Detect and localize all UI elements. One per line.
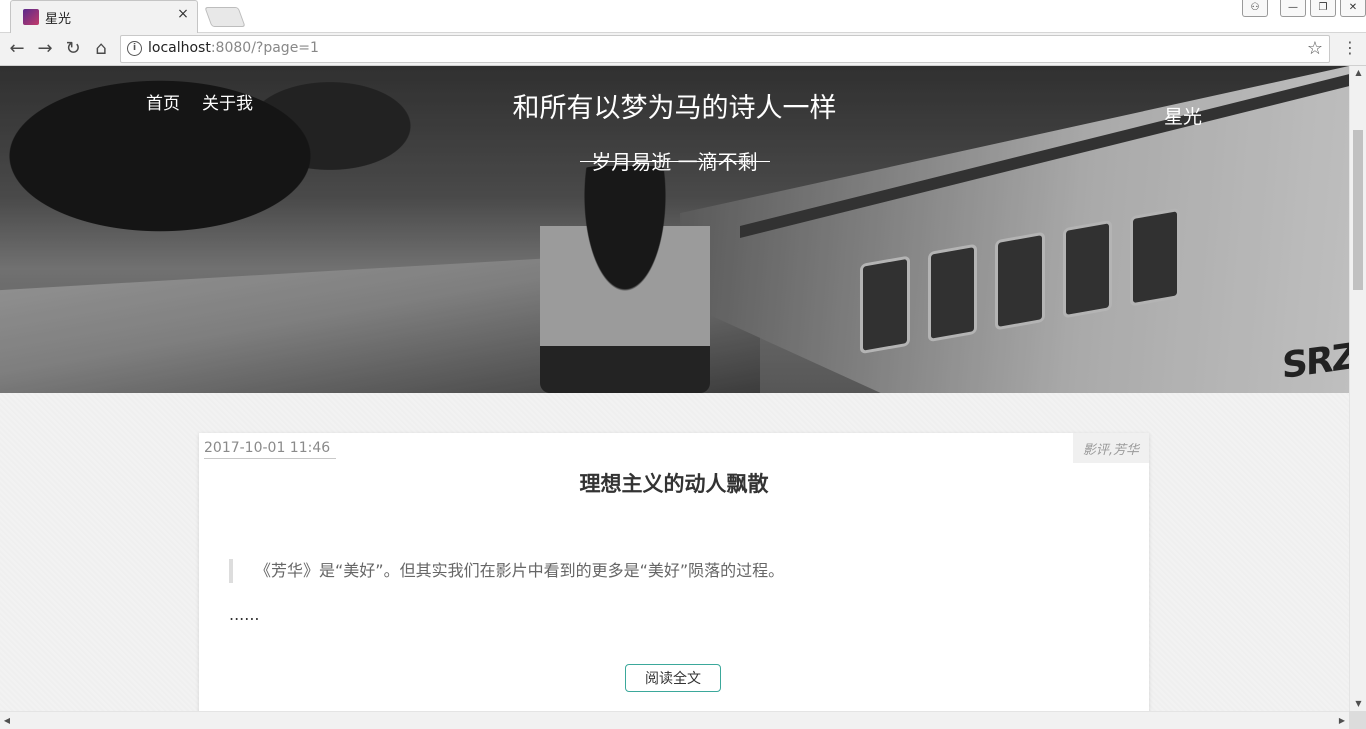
home-icon[interactable]: ⌂ bbox=[89, 37, 113, 61]
address-bar[interactable]: i localhost:8080/?page=1 ☆ bbox=[120, 35, 1330, 63]
site-title: 和所有以梦为马的诗人一样 bbox=[512, 93, 837, 124]
url-path: :8080/?page=1 bbox=[210, 40, 319, 56]
horizontal-scrollbar[interactable]: ◀ ▶ bbox=[0, 711, 1349, 728]
subtitle-strike-line bbox=[580, 161, 770, 162]
url-host: localhost bbox=[148, 40, 211, 56]
hero-banner: SRZ 首页 关于我 和所有以梦为马的诗人一样 岁月易逝 一滴不剩 星光 bbox=[0, 66, 1349, 393]
info-icon[interactable]: i bbox=[127, 41, 142, 56]
page-viewport: SRZ 首页 关于我 和所有以梦为马的诗人一样 岁月易逝 一滴不剩 星光 201… bbox=[0, 66, 1349, 711]
post-card: 2017-10-01 11:46 影评,芳华 理想主义的动人飘散 《芳华》是“美… bbox=[199, 433, 1149, 711]
forward-arrow-icon[interactable]: → bbox=[33, 37, 57, 61]
vertical-scrollbar[interactable]: ▲ ▼ bbox=[1349, 66, 1366, 711]
url-text[interactable]: localhost:8080/?page=1 bbox=[148, 40, 319, 56]
tab-close-icon[interactable]: × bbox=[175, 6, 191, 22]
scroll-up-icon[interactable]: ▲ bbox=[1350, 66, 1366, 80]
menu-icon[interactable]: ⋮ bbox=[1342, 39, 1358, 57]
scroll-down-icon[interactable]: ▼ bbox=[1350, 697, 1366, 711]
new-tab-button[interactable] bbox=[204, 7, 246, 27]
post-excerpt-quote: 《芳华》是“美好”。但其实我们在影片中看到的更多是“美好”陨落的过程。 bbox=[229, 559, 784, 583]
browser-toolbar: ← → ↻ ⌂ i localhost:8080/?page=1 ☆ ⋮ bbox=[0, 33, 1366, 66]
close-window-button[interactable]: ✕ bbox=[1340, 0, 1366, 17]
scroll-left-icon[interactable]: ◀ bbox=[0, 712, 14, 729]
browser-tab-strip: 星光 × ⚇ — ❐ ✕ bbox=[0, 0, 1366, 33]
reload-icon[interactable]: ↻ bbox=[61, 37, 85, 61]
window-controls: ⚇ — ❐ ✕ bbox=[1238, 0, 1366, 20]
post-tags[interactable]: 影评,芳华 bbox=[1072, 433, 1149, 463]
back-arrow-icon[interactable]: ← bbox=[5, 37, 29, 61]
site-brand-link[interactable]: 星光 bbox=[1164, 102, 1202, 129]
star-icon[interactable]: ☆ bbox=[1307, 38, 1323, 59]
post-date: 2017-10-01 11:46 bbox=[204, 440, 337, 459]
browser-tab[interactable]: 星光 × bbox=[10, 0, 198, 33]
minimize-button[interactable]: — bbox=[1280, 0, 1306, 17]
profile-icon[interactable]: ⚇ bbox=[1242, 0, 1268, 17]
scroll-right-icon[interactable]: ▶ bbox=[1335, 712, 1349, 729]
scrollbar-corner bbox=[1349, 711, 1366, 729]
post-title[interactable]: 理想主义的动人飘散 bbox=[199, 468, 1149, 498]
vertical-scroll-thumb[interactable] bbox=[1353, 130, 1363, 290]
tab-title: 星光 bbox=[45, 12, 72, 27]
post-excerpt-ellipsis: ...... bbox=[229, 605, 260, 624]
favicon-icon bbox=[23, 9, 39, 25]
restore-button[interactable]: ❐ bbox=[1310, 0, 1336, 17]
read-more-button[interactable]: 阅读全文 bbox=[625, 664, 721, 692]
